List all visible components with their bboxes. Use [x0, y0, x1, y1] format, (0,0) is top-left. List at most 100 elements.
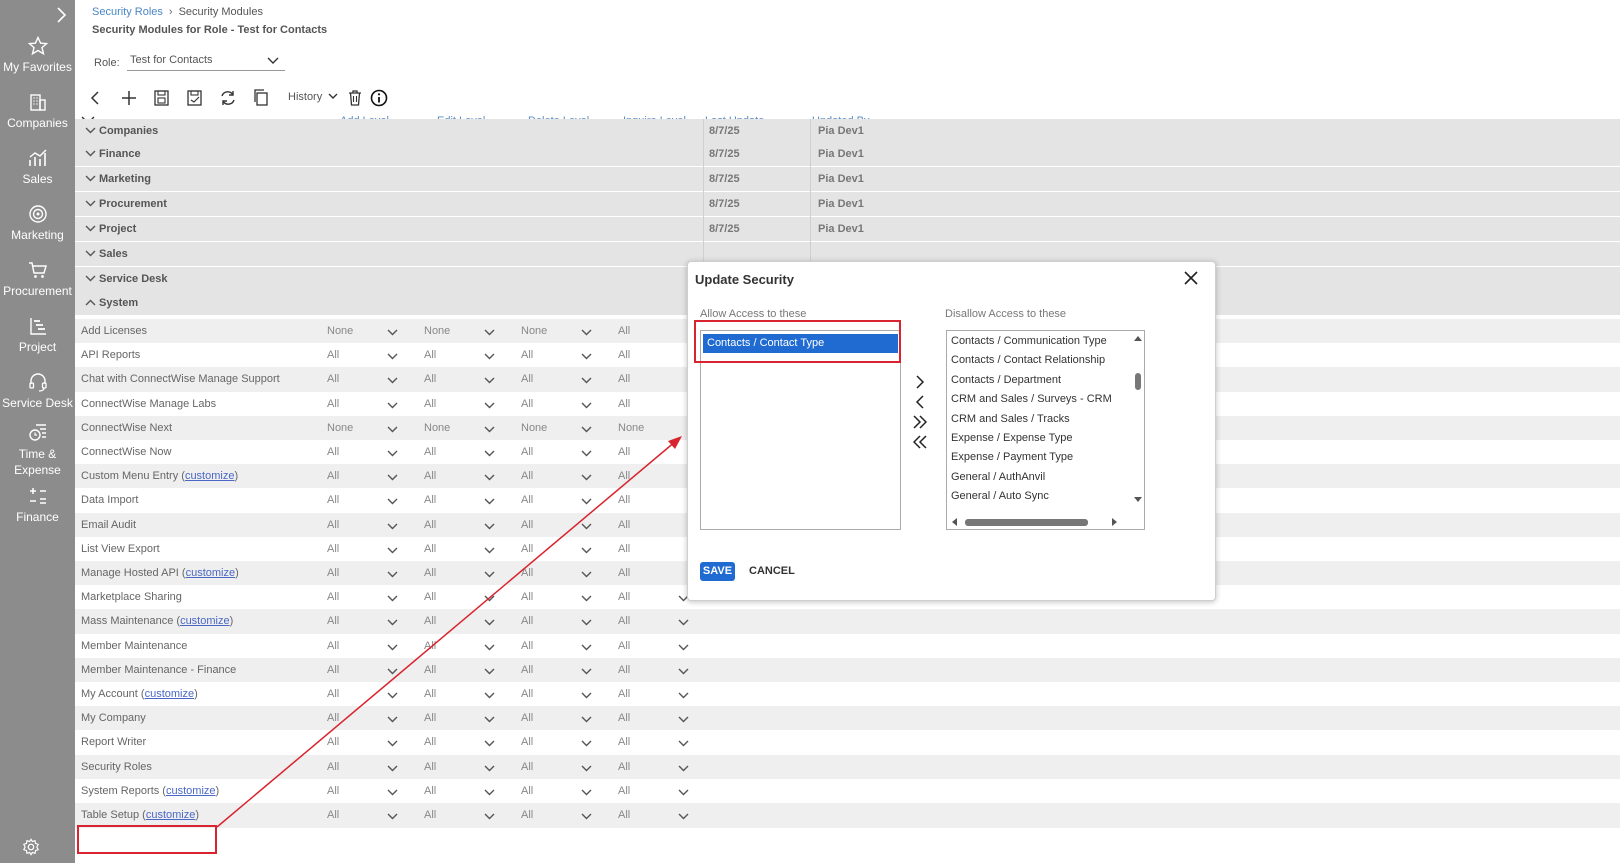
- delete-level-select[interactable]: All: [521, 519, 533, 531]
- edit-level-dropdown[interactable]: [484, 400, 495, 412]
- add-level-dropdown[interactable]: [387, 327, 398, 339]
- add-level-dropdown[interactable]: [387, 714, 398, 726]
- scroll-up-icon[interactable]: [1132, 333, 1144, 343]
- add-level-dropdown[interactable]: [387, 593, 398, 605]
- delete-level-select[interactable]: All: [521, 664, 533, 676]
- add-level-select[interactable]: All: [327, 349, 339, 361]
- edit-level-dropdown[interactable]: [484, 448, 495, 460]
- add-level-dropdown[interactable]: [387, 617, 398, 629]
- delete-level-select[interactable]: All: [521, 761, 533, 773]
- delete-level-select[interactable]: All: [521, 373, 533, 385]
- edit-level-dropdown[interactable]: [484, 545, 495, 557]
- delete-level-select[interactable]: All: [521, 494, 533, 506]
- inquire-level-dropdown[interactable]: [678, 617, 689, 629]
- inquire-level-select[interactable]: All: [618, 809, 630, 821]
- add-level-dropdown[interactable]: [387, 666, 398, 678]
- inquire-level-dropdown[interactable]: [678, 738, 689, 750]
- list-item[interactable]: General / AuthAnvil: [951, 471, 1045, 483]
- delete-level-dropdown[interactable]: [581, 545, 592, 557]
- add-level-dropdown[interactable]: [387, 569, 398, 581]
- refresh-icon[interactable]: [217, 87, 239, 109]
- edit-level-dropdown[interactable]: [484, 666, 495, 678]
- delete-level-dropdown[interactable]: [581, 327, 592, 339]
- save-button[interactable]: SAVE: [700, 562, 735, 581]
- add-level-select[interactable]: All: [327, 373, 339, 385]
- delete-level-dropdown[interactable]: [581, 400, 592, 412]
- edit-level-select[interactable]: All: [424, 664, 436, 676]
- delete-level-select[interactable]: All: [521, 543, 533, 555]
- edit-level-select[interactable]: All: [424, 519, 436, 531]
- edit-level-dropdown[interactable]: [484, 714, 495, 726]
- move-right-icon[interactable]: [913, 375, 927, 389]
- delete-level-dropdown[interactable]: [581, 738, 592, 750]
- customize-link[interactable]: customize: [145, 688, 195, 700]
- add-level-dropdown[interactable]: [387, 496, 398, 508]
- scroll-left-icon[interactable]: [949, 516, 959, 528]
- list-item[interactable]: Expense / Expense Type: [951, 432, 1073, 444]
- close-icon[interactable]: [1184, 271, 1198, 285]
- add-level-select[interactable]: All: [327, 664, 339, 676]
- delete-level-dropdown[interactable]: [581, 351, 592, 363]
- sidebar-expand-icon[interactable]: [54, 6, 68, 24]
- delete-level-dropdown[interactable]: [581, 714, 592, 726]
- edit-level-dropdown[interactable]: [484, 496, 495, 508]
- delete-level-select[interactable]: All: [521, 688, 533, 700]
- add-icon[interactable]: [118, 87, 140, 109]
- edit-level-dropdown[interactable]: [484, 375, 495, 387]
- save-icon[interactable]: [151, 87, 173, 109]
- inquire-level-dropdown[interactable]: [678, 763, 689, 775]
- list-item[interactable]: Contacts / Department: [951, 374, 1061, 386]
- sidebar-item-procurement[interactable]: Procurement: [0, 260, 75, 299]
- edit-level-select[interactable]: All: [424, 567, 436, 579]
- edit-level-select[interactable]: All: [424, 591, 436, 603]
- customize-link[interactable]: customize: [185, 470, 235, 482]
- delete-level-dropdown[interactable]: [581, 569, 592, 581]
- add-level-dropdown[interactable]: [387, 448, 398, 460]
- inquire-level-dropdown[interactable]: [678, 714, 689, 726]
- inquire-level-dropdown[interactable]: [678, 642, 689, 654]
- horizontal-scroll-thumb[interactable]: [965, 519, 1088, 526]
- delete-level-dropdown[interactable]: [581, 763, 592, 775]
- sidebar-item-companies[interactable]: Companies: [0, 92, 75, 131]
- delete-level-select[interactable]: All: [521, 591, 533, 603]
- move-all-right-icon[interactable]: [913, 415, 927, 429]
- delete-level-select[interactable]: All: [521, 470, 533, 482]
- group-row[interactable]: Marketing 8/7/25 Pia Dev1: [75, 167, 1620, 192]
- delete-level-dropdown[interactable]: [581, 617, 592, 629]
- inquire-level-dropdown[interactable]: [678, 690, 689, 702]
- trash-icon[interactable]: [344, 87, 366, 109]
- edit-level-select[interactable]: All: [424, 470, 436, 482]
- delete-level-dropdown[interactable]: [581, 424, 592, 436]
- sidebar-item-service-desk[interactable]: Service Desk: [0, 372, 75, 411]
- delete-level-dropdown[interactable]: [581, 448, 592, 460]
- delete-level-select[interactable]: All: [521, 615, 533, 627]
- customize-link[interactable]: customize: [146, 809, 196, 821]
- add-level-select[interactable]: All: [327, 736, 339, 748]
- edit-level-dropdown[interactable]: [484, 327, 495, 339]
- list-item[interactable]: Expense / Payment Type: [951, 451, 1073, 463]
- list-item[interactable]: Contacts / Communication Type: [951, 335, 1107, 347]
- sidebar-item-finance[interactable]: Finance: [0, 486, 75, 525]
- edit-level-dropdown[interactable]: [484, 351, 495, 363]
- delete-level-select[interactable]: All: [521, 736, 533, 748]
- edit-level-dropdown[interactable]: [484, 763, 495, 775]
- history-dropdown[interactable]: History: [288, 91, 338, 103]
- edit-level-select[interactable]: All: [424, 349, 436, 361]
- delete-level-dropdown[interactable]: [581, 666, 592, 678]
- delete-level-dropdown[interactable]: [581, 690, 592, 702]
- delete-level-dropdown[interactable]: [581, 593, 592, 605]
- delete-level-select[interactable]: All: [521, 785, 533, 797]
- add-level-dropdown[interactable]: [387, 690, 398, 702]
- edit-level-dropdown[interactable]: [484, 811, 495, 823]
- edit-level-dropdown[interactable]: [484, 472, 495, 484]
- disallow-access-list[interactable]: Contacts / Communication Type Contacts / …: [946, 330, 1145, 530]
- add-level-dropdown[interactable]: [387, 787, 398, 799]
- add-level-select[interactable]: All: [327, 640, 339, 652]
- list-item[interactable]: CRM and Sales / Surveys - CRM: [951, 393, 1112, 405]
- delete-level-dropdown[interactable]: [581, 811, 592, 823]
- save-and-close-icon[interactable]: [184, 87, 206, 109]
- inquire-level-select[interactable]: All: [618, 664, 630, 676]
- sidebar-item-time-expense[interactable]: Time & Expense: [0, 423, 75, 478]
- group-row[interactable]: Procurement 8/7/25 Pia Dev1: [75, 192, 1620, 217]
- delete-level-dropdown[interactable]: [581, 642, 592, 654]
